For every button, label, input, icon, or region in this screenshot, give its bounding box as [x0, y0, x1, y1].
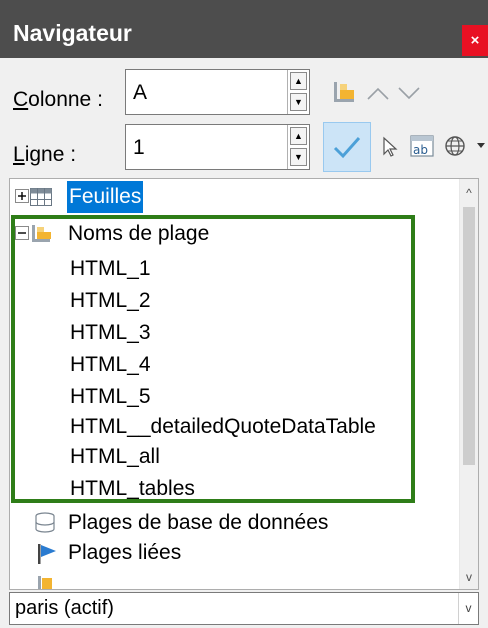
scroll-down-button[interactable]: v — [460, 567, 478, 587]
document-select[interactable]: paris (actif) v — [9, 592, 479, 625]
tree-item-database-ranges[interactable]: Plages de base de données — [10, 507, 460, 539]
database-icon — [35, 512, 55, 533]
image-icon — [38, 576, 52, 589]
collapse-icon[interactable] — [15, 226, 29, 240]
chevron-down-icon[interactable] — [397, 84, 421, 102]
document-select-value: paris (actif) — [15, 597, 114, 619]
column-spinbox[interactable]: A ▲ ▼ — [125, 69, 310, 115]
tree-item-label: Noms de plage — [68, 222, 210, 245]
column-decrement-button[interactable]: ▼ — [290, 93, 307, 111]
close-button[interactable]: × — [462, 25, 488, 56]
tree-item-label: Plages de base de données — [68, 511, 329, 534]
tree-item-range-names[interactable]: Noms de plage — [10, 218, 460, 250]
content-view-toggle-button[interactable] — [323, 122, 371, 172]
column-value[interactable]: A — [133, 70, 147, 116]
row-spinbox[interactable]: 1 ▲ ▼ — [125, 124, 310, 170]
column-label: Colonne : — [13, 88, 103, 111]
row-increment-button[interactable]: ▲ — [290, 127, 307, 145]
scroll-thumb[interactable] — [463, 207, 475, 465]
expand-icon[interactable] — [15, 189, 29, 203]
globe-icon[interactable] — [443, 134, 467, 158]
drag-mode-icon[interactable]: ab — [408, 133, 436, 159]
tree-item-label: Plages liées — [68, 541, 182, 564]
tree-item-linked-ranges[interactable]: Plages liées — [10, 537, 460, 569]
range-name-icon — [32, 225, 51, 242]
tree-scrollbar[interactable]: ^ v — [459, 179, 478, 589]
svg-text:ab: ab — [413, 143, 428, 157]
tree-item-label: Feuilles — [67, 181, 144, 213]
window-title: Navigateur — [13, 20, 132, 46]
title-bar: Navigateur × — [0, 0, 488, 58]
check-icon — [333, 137, 361, 159]
row-value[interactable]: 1 — [133, 125, 145, 171]
tree-item-sheets[interactable]: Feuilles — [10, 181, 460, 213]
row-decrement-button[interactable]: ▼ — [290, 148, 307, 166]
chevron-up-icon[interactable] — [366, 84, 390, 102]
dropdown-arrow-icon[interactable] — [476, 140, 486, 150]
navigator-tree[interactable]: Feuilles Noms de plage HTML_1 HTML_2 HTM… — [9, 178, 479, 590]
data-range-icon[interactable] — [332, 80, 358, 106]
flag-icon — [38, 544, 56, 564]
sheet-grid-icon — [30, 188, 52, 206]
document-select-dropdown-button[interactable]: v — [458, 593, 478, 624]
pointer-icon[interactable] — [381, 136, 401, 158]
scroll-up-button[interactable]: ^ — [460, 183, 478, 203]
row-label: Ligne : — [13, 143, 77, 166]
column-increment-button[interactable]: ▲ — [290, 72, 307, 90]
